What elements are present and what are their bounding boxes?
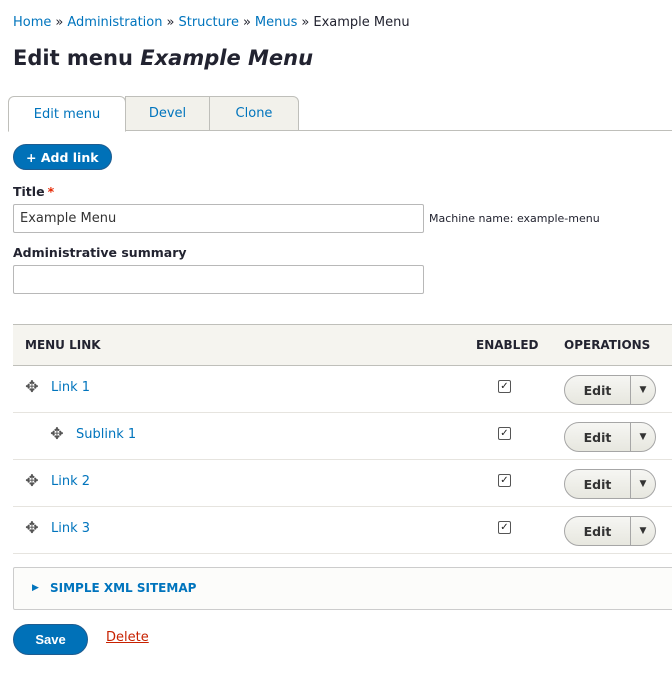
chevron-down-icon[interactable]: ▼ <box>631 432 655 442</box>
menu-link[interactable]: Link 3 <box>51 521 90 536</box>
primary-tabs: Edit menu Devel Clone <box>8 96 299 132</box>
breadcrumb-administration[interactable]: Administration <box>67 15 162 30</box>
drag-handle-icon[interactable]: ✥ <box>24 379 40 395</box>
breadcrumb-current: Example Menu <box>313 15 410 30</box>
header-enabled: ENABLED <box>476 338 539 352</box>
header-menu-link: MENU LINK <box>25 338 101 352</box>
caret-right-icon: ▶ <box>32 583 39 593</box>
breadcrumb-separator: » <box>55 15 64 30</box>
chevron-down-icon[interactable]: ▼ <box>631 526 655 536</box>
menu-link[interactable]: Sublink 1 <box>76 427 136 442</box>
title-input[interactable] <box>13 204 424 233</box>
drag-handle-icon[interactable]: ✥ <box>49 426 65 442</box>
summary-input[interactable] <box>13 265 424 294</box>
tab-edit-menu[interactable]: Edit menu <box>8 96 126 132</box>
edit-button[interactable]: Edit <box>565 524 630 539</box>
table-row: ✥ Sublink 1 ✓ Edit ▼ <box>13 413 672 460</box>
edit-button[interactable]: Edit <box>565 477 630 492</box>
chevron-down-icon[interactable]: ▼ <box>631 479 655 489</box>
breadcrumb-menus[interactable]: Menus <box>255 15 297 30</box>
operations-dropbutton: Edit ▼ <box>564 375 656 405</box>
enabled-checkbox[interactable]: ✓ <box>498 474 511 487</box>
page-title-menu-name: Example Menu <box>140 46 314 70</box>
save-button[interactable]: Save <box>13 624 88 655</box>
tab-clone[interactable]: Clone <box>209 96 299 131</box>
breadcrumb-separator: » <box>301 15 310 30</box>
sitemap-summary[interactable]: SIMPLE XML SITEMAP <box>50 581 196 595</box>
menu-link[interactable]: Link 2 <box>51 474 90 489</box>
edit-button[interactable]: Edit <box>565 383 630 398</box>
sitemap-details[interactable]: ▶ SIMPLE XML SITEMAP <box>13 567 672 610</box>
menu-link[interactable]: Link 1 <box>51 380 90 395</box>
table-row: ✥ Link 2 ✓ Edit ▼ <box>13 460 672 507</box>
delete-link[interactable]: Delete <box>106 630 149 645</box>
breadcrumb-home[interactable]: Home <box>13 15 51 30</box>
menu-links-table: MENU LINK ENABLED OPERATIONS ✥ Link 1 ✓ … <box>13 324 672 554</box>
breadcrumb: Home» Administration» Structure» Menus» Exam… <box>13 15 410 30</box>
table-header: MENU LINK ENABLED OPERATIONS <box>13 324 672 366</box>
drag-handle-icon[interactable]: ✥ <box>24 473 40 489</box>
tab-devel[interactable]: Devel <box>125 96 210 131</box>
breadcrumb-separator: » <box>166 15 175 30</box>
page-title: Edit menu Example Menu <box>13 46 313 70</box>
table-row: ✥ Link 3 ✓ Edit ▼ <box>13 507 672 554</box>
table-row: ✥ Link 1 ✓ Edit ▼ <box>13 366 672 413</box>
enabled-checkbox[interactable]: ✓ <box>498 427 511 440</box>
drag-handle-icon[interactable]: ✥ <box>24 520 40 536</box>
chevron-down-icon[interactable]: ▼ <box>631 385 655 395</box>
add-link-button[interactable]: + Add link <box>13 144 112 170</box>
enabled-checkbox[interactable]: ✓ <box>498 380 511 393</box>
breadcrumb-structure[interactable]: Structure <box>178 15 238 30</box>
summary-label: Administrative summary <box>13 245 187 260</box>
breadcrumb-separator: » <box>242 15 251 30</box>
required-marker: * <box>47 184 55 199</box>
operations-dropbutton: Edit ▼ <box>564 516 656 546</box>
page-title-prefix: Edit menu <box>13 46 133 70</box>
title-label: Title * <box>13 184 54 199</box>
enabled-checkbox[interactable]: ✓ <box>498 521 511 534</box>
header-operations: OPERATIONS <box>564 338 651 352</box>
operations-dropbutton: Edit ▼ <box>564 469 656 499</box>
title-label-text: Title <box>13 184 45 199</box>
operations-dropbutton: Edit ▼ <box>564 422 656 452</box>
machine-name: Machine name: example-menu <box>429 212 600 225</box>
edit-button[interactable]: Edit <box>565 430 630 445</box>
